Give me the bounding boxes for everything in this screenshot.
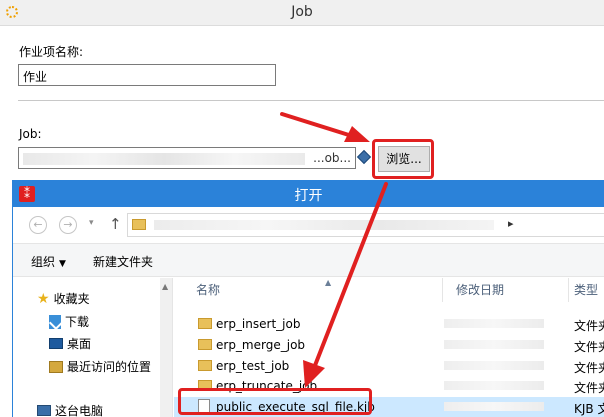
desktop-icon bbox=[49, 338, 63, 349]
download-icon bbox=[49, 314, 61, 329]
sort-ascending-icon: ▲ bbox=[325, 278, 332, 287]
open-file-dialog: ⁑ 打开 ← → ▾ ↑ ▸ 组织 ▼ 新建文件夹 ★ 收藏夹 下载 桌面 最近… bbox=[12, 180, 604, 417]
folder-icon bbox=[198, 339, 212, 350]
nav-item-desktop[interactable]: 桌面 bbox=[49, 335, 91, 352]
column-divider bbox=[568, 278, 569, 302]
job-name-label: 作业项名称: bbox=[19, 45, 84, 59]
folder-icon bbox=[132, 219, 146, 230]
file-row[interactable]: erp_insert_job 文件夹 bbox=[174, 314, 604, 334]
job-path-input[interactable]: ...ob... bbox=[18, 147, 356, 169]
file-row[interactable]: erp_merge_job 文件夹 bbox=[174, 335, 604, 355]
redacted-date bbox=[444, 319, 544, 328]
nav-item-label: 这台电脑 bbox=[55, 404, 104, 417]
open-dialog-title: 打开 bbox=[294, 188, 323, 204]
file-name: erp_merge_job bbox=[216, 338, 306, 352]
redacted-path bbox=[23, 153, 306, 165]
nav-item-this-pc[interactable]: 这台电脑 bbox=[37, 402, 103, 417]
dialog-toolbar: 组织 ▼ 新建文件夹 bbox=[13, 243, 604, 277]
open-dialog-title-bar: ⁑ 打开 bbox=[13, 181, 604, 207]
column-divider bbox=[442, 278, 443, 302]
recent-places-icon bbox=[49, 360, 63, 373]
forward-icon[interactable]: → bbox=[59, 216, 77, 234]
folder-icon bbox=[198, 318, 212, 329]
redacted-date bbox=[444, 402, 544, 411]
nav-item-label: 最近访问的位置 bbox=[67, 360, 152, 374]
file-type: 文件夹 bbox=[574, 340, 604, 354]
file-type: 文件夹 bbox=[574, 319, 604, 333]
folder-icon bbox=[198, 360, 212, 371]
nav-item-favorites[interactable]: ★ 收藏夹 bbox=[37, 290, 90, 307]
column-header-name[interactable]: 名称 bbox=[196, 278, 220, 302]
up-folder-icon[interactable]: ↑ bbox=[109, 215, 122, 233]
variable-icon[interactable] bbox=[356, 149, 372, 165]
nav-item-label: 桌面 bbox=[67, 337, 92, 351]
history-dropdown-icon[interactable]: ▾ bbox=[89, 218, 94, 228]
redacted-date bbox=[444, 361, 544, 370]
column-header-modified[interactable]: 修改日期 bbox=[456, 278, 504, 302]
nav-item-label: 收藏夹 bbox=[53, 292, 90, 306]
organize-button[interactable]: 组织 ▼ bbox=[31, 253, 66, 270]
nav-item-downloads[interactable]: 下载 bbox=[49, 313, 89, 330]
file-type: KJB 文 bbox=[574, 402, 604, 416]
back-icon[interactable]: ← bbox=[29, 216, 47, 234]
star-icon: ★ bbox=[37, 290, 50, 307]
nav-item-label: 下载 bbox=[65, 315, 90, 329]
file-name: erp_test_job bbox=[216, 359, 290, 373]
column-header-type[interactable]: 类型 bbox=[574, 278, 598, 302]
divider bbox=[18, 100, 604, 101]
redacted-address bbox=[154, 220, 494, 230]
address-bar[interactable]: ▸ bbox=[127, 213, 604, 237]
navigation-bar: ← → ▾ ↑ ▸ bbox=[13, 207, 604, 243]
file-type: 文件夹 bbox=[574, 381, 604, 395]
redacted-date bbox=[444, 340, 544, 349]
navigation-pane: ★ 收藏夹 下载 桌面 最近访问的位置 这台电脑 ▲ bbox=[13, 278, 173, 417]
arrow-head-icon bbox=[344, 126, 370, 142]
nav-pane-scrollbar[interactable]: ▲ bbox=[160, 278, 172, 417]
organize-label: 组织 bbox=[31, 255, 56, 269]
job-path-tail: ...ob... bbox=[313, 151, 351, 165]
job-name-input[interactable]: 作业 bbox=[18, 64, 276, 86]
nav-item-recent[interactable]: 最近访问的位置 bbox=[49, 358, 151, 375]
arrow-to-browse bbox=[280, 112, 354, 138]
redacted-date bbox=[444, 381, 544, 390]
chevron-right-icon[interactable]: ▸ bbox=[508, 217, 514, 230]
window-title: Job bbox=[291, 4, 313, 20]
job-title-bar: Job bbox=[0, 0, 604, 26]
browse-highlight bbox=[372, 139, 434, 179]
scroll-up-icon[interactable]: ▲ bbox=[162, 282, 168, 291]
file-highlight bbox=[178, 388, 372, 415]
file-type: 文件夹 bbox=[574, 361, 604, 375]
job-path-label: Job: bbox=[19, 127, 42, 141]
new-folder-button[interactable]: 新建文件夹 bbox=[93, 253, 153, 270]
file-row[interactable]: erp_test_job 文件夹 bbox=[174, 356, 604, 376]
caret-down-icon: ▼ bbox=[59, 259, 66, 269]
file-name: erp_insert_job bbox=[216, 317, 301, 331]
computer-icon bbox=[37, 405, 51, 416]
